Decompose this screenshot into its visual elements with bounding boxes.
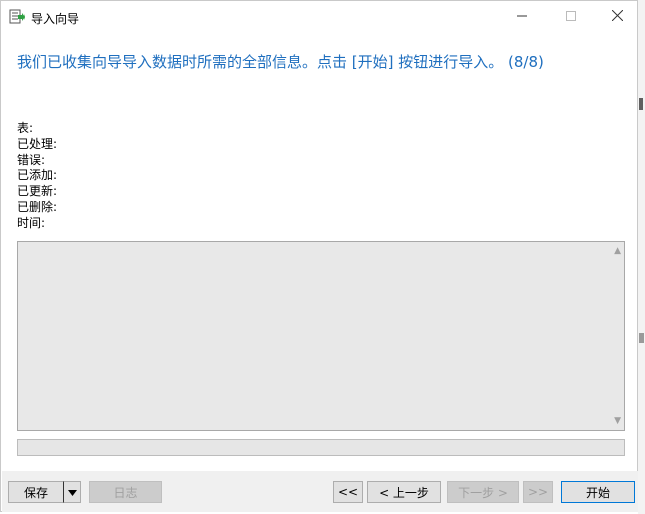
background-window-strip (638, 0, 645, 514)
stat-added-label: 已添加: (17, 168, 58, 183)
import-wizard-icon (9, 9, 25, 25)
save-button[interactable]: 保存 (8, 481, 64, 503)
stat-table-label: 表: (17, 121, 34, 135)
start-button[interactable]: 开始 (561, 481, 635, 503)
stat-time-label: 时间: (17, 215, 46, 230)
close-button[interactable] (594, 1, 640, 33)
next-step-button[interactable]: 下一步 > (447, 481, 519, 503)
scroll-down-icon[interactable]: ▼ (614, 416, 621, 426)
background-mark (639, 98, 643, 110)
stat-errors-label: 错误: (17, 152, 46, 167)
maximize-button[interactable] (548, 1, 594, 33)
window-title: 导入向导 (31, 12, 80, 26)
chevron-down-icon (67, 485, 77, 499)
save-dropdown-button[interactable] (63, 481, 81, 503)
stat-deleted-label: 已删除: (17, 199, 58, 214)
title-bar[interactable]: 导入向导 (1, 1, 637, 33)
log-output-area[interactable]: ▲ ▼ (17, 241, 625, 431)
maximize-icon (566, 10, 576, 24)
import-progress-bar (17, 439, 625, 456)
previous-step-button[interactable]: < 上一步 (367, 481, 441, 503)
close-icon (611, 9, 623, 24)
scroll-up-icon[interactable]: ▲ (614, 246, 621, 256)
import-wizard-window: 导入向导 我们已收集向导导入数据时所需的全部信息。点击 [开始] 按钮进行导入。… (0, 0, 638, 512)
wizard-instruction: 我们已收集向导导入数据时所需的全部信息。点击 [开始] 按钮进行导入。 (8/8… (17, 53, 544, 71)
last-step-button[interactable]: >> (523, 481, 553, 503)
minimize-button[interactable] (499, 1, 545, 33)
background-mark (639, 333, 644, 343)
minimize-icon (517, 10, 527, 24)
stat-updated-label: 已更新: (17, 184, 58, 199)
log-button[interactable]: 日志 (89, 481, 162, 503)
first-step-button[interactable]: << (333, 481, 363, 503)
import-stats: 表: 已处理: 错误: 已添加: 已更新: 已删除: 时间: (17, 121, 57, 232)
stat-processed-label: 已处理: (17, 136, 58, 151)
